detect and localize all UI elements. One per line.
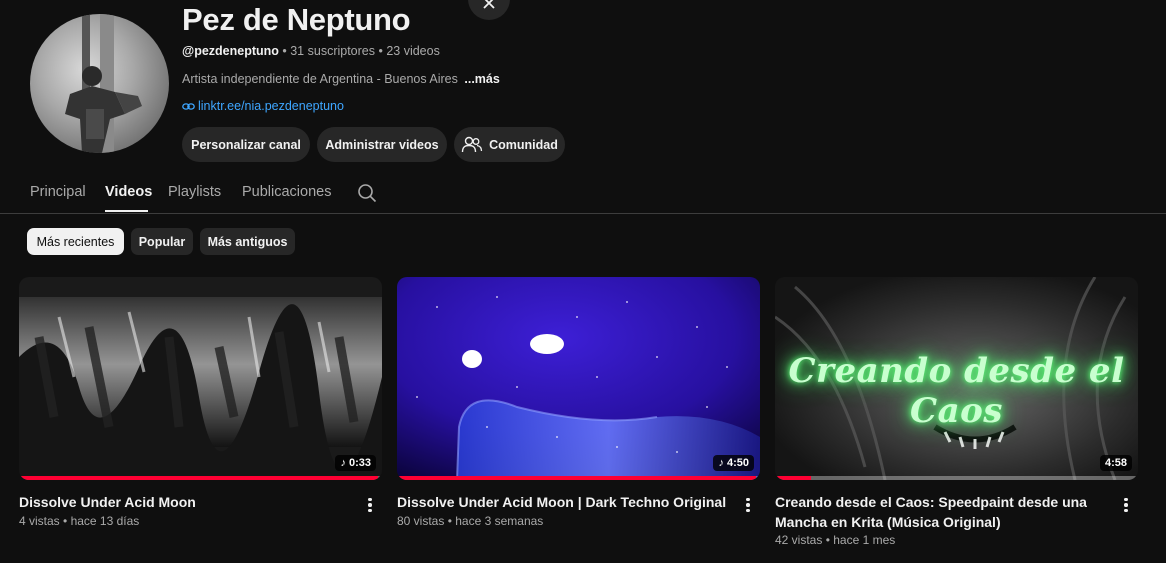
music-note-icon: ♪ bbox=[718, 457, 724, 469]
customize-label: Personalizar canal bbox=[191, 137, 301, 152]
channel-page: Pez de Neptuno @pezdeneptuno • 31 suscri… bbox=[0, 0, 1166, 563]
kebab-dot bbox=[368, 497, 372, 502]
view-count: 80 vistas bbox=[397, 514, 445, 528]
kebab-dot bbox=[1124, 508, 1128, 513]
separator: • bbox=[59, 514, 71, 528]
channel-search-button[interactable] bbox=[357, 183, 377, 208]
chip-oldest[interactable]: Más antiguos bbox=[200, 228, 295, 255]
community-label: Comunidad bbox=[489, 137, 558, 152]
upload-age: hace 1 mes bbox=[833, 533, 896, 547]
link-icon bbox=[182, 102, 195, 110]
watch-progress-fill bbox=[19, 476, 379, 480]
manage-videos-button[interactable]: Administrar videos bbox=[317, 127, 447, 162]
separator: • bbox=[822, 533, 834, 547]
video-meta: 42 vistas • hace 1 mes bbox=[775, 533, 895, 547]
active-tab-indicator bbox=[105, 210, 148, 212]
duration-text: 4:50 bbox=[726, 457, 749, 469]
separator: • bbox=[278, 44, 291, 58]
kebab-dot bbox=[1124, 497, 1128, 502]
watch-progress-fill bbox=[775, 476, 812, 480]
video-thumbnail[interactable]: Creando desde el Caos 4:58 bbox=[775, 277, 1138, 480]
more-actions-button[interactable] bbox=[362, 495, 378, 515]
upload-age: hace 13 días bbox=[70, 514, 140, 528]
view-count: 42 vistas bbox=[775, 533, 823, 547]
duration-badge: ♪ 4:50 bbox=[713, 455, 754, 471]
video-count: 23 videos bbox=[386, 44, 440, 58]
channel-tabs: Principal Videos Playlists Publicaciones bbox=[0, 170, 1166, 214]
video-card[interactable]: Creando desde el Caos 4:58 Creando desde… bbox=[775, 277, 1138, 547]
video-thumbnail[interactable]: ♪ 4:50 bbox=[397, 277, 760, 480]
kebab-dot bbox=[368, 503, 372, 507]
thumbnail-overlay-text: Creando desde el Caos bbox=[788, 351, 1125, 431]
watch-progress-bar bbox=[397, 476, 760, 480]
channel-handle: @pezdeneptuno bbox=[182, 44, 279, 58]
community-icon bbox=[461, 136, 483, 152]
duration-badge: 4:58 bbox=[1099, 455, 1132, 471]
avatar-image bbox=[65, 14, 142, 153]
video-meta: 80 vistas • hace 3 semanas bbox=[397, 514, 543, 528]
tab-videos[interactable]: Videos bbox=[105, 184, 152, 200]
kebab-dot bbox=[746, 508, 750, 513]
community-button[interactable]: Comunidad bbox=[454, 127, 565, 162]
separator: • bbox=[375, 44, 387, 58]
thumbnail-image bbox=[19, 277, 382, 480]
kebab-dot bbox=[1124, 503, 1128, 507]
kebab-dot bbox=[368, 508, 372, 513]
channel-avatar[interactable] bbox=[30, 14, 169, 153]
watch-progress-bar bbox=[19, 476, 382, 480]
customize-channel-button[interactable]: Personalizar canal bbox=[182, 127, 310, 162]
music-note-icon: ♪ bbox=[340, 457, 346, 469]
close-icon bbox=[483, 0, 495, 9]
link-text: linktr.ee/nia.pezdeneptuno bbox=[198, 99, 344, 113]
kebab-dot bbox=[746, 497, 750, 502]
duration-text: 4:58 bbox=[1104, 457, 1127, 469]
watch-progress-bar bbox=[775, 476, 1138, 480]
upload-age: hace 3 semanas bbox=[455, 514, 544, 528]
more-actions-button[interactable] bbox=[1118, 495, 1134, 515]
subscriber-count: 31 suscriptores bbox=[290, 44, 375, 58]
video-card[interactable]: ♪ 4:50 Dissolve Under Acid Moon | Dark T… bbox=[397, 277, 760, 528]
video-card[interactable]: ♪ 0:33 Dissolve Under Acid Moon 4 vistas… bbox=[19, 277, 382, 528]
duration-text: 0:33 bbox=[348, 457, 371, 469]
search-icon bbox=[358, 184, 377, 203]
video-meta: 4 vistas • hace 13 días bbox=[19, 514, 139, 528]
video-thumbnail[interactable]: ♪ 0:33 bbox=[19, 277, 382, 480]
video-title[interactable]: Dissolve Under Acid Moon bbox=[19, 492, 364, 512]
channel-meta: @pezdeneptuno • 31 suscriptores • 23 vid… bbox=[182, 44, 440, 58]
tab-publicaciones[interactable]: Publicaciones bbox=[242, 184, 331, 200]
video-title[interactable]: Dissolve Under Acid Moon | Dark Techno O… bbox=[397, 492, 742, 512]
tab-playlists[interactable]: Playlists bbox=[168, 184, 221, 200]
duration-badge: ♪ 0:33 bbox=[335, 455, 376, 471]
description-text: Artista independiente de Argentina - Bue… bbox=[182, 72, 458, 86]
channel-link[interactable]: linktr.ee/nia.pezdeneptuno bbox=[182, 99, 344, 113]
tab-principal[interactable]: Principal bbox=[30, 184, 86, 200]
close-button[interactable] bbox=[468, 0, 510, 20]
chip-latest[interactable]: Más recientes bbox=[27, 228, 124, 255]
chip-popular[interactable]: Popular bbox=[131, 228, 193, 255]
manage-label: Administrar videos bbox=[325, 137, 439, 152]
thumbnail-image bbox=[397, 277, 760, 480]
channel-name: Pez de Neptuno bbox=[182, 2, 411, 37]
channel-description[interactable]: Artista independiente de Argentina - Bue… bbox=[182, 72, 500, 86]
more-link[interactable]: ...más bbox=[464, 72, 499, 86]
more-actions-button[interactable] bbox=[740, 495, 756, 515]
watch-progress-fill bbox=[397, 476, 757, 480]
kebab-dot bbox=[746, 503, 750, 507]
video-title[interactable]: Creando desde el Caos: Speedpaint desde … bbox=[775, 492, 1120, 532]
separator: • bbox=[444, 514, 456, 528]
view-count: 4 vistas bbox=[19, 514, 60, 528]
